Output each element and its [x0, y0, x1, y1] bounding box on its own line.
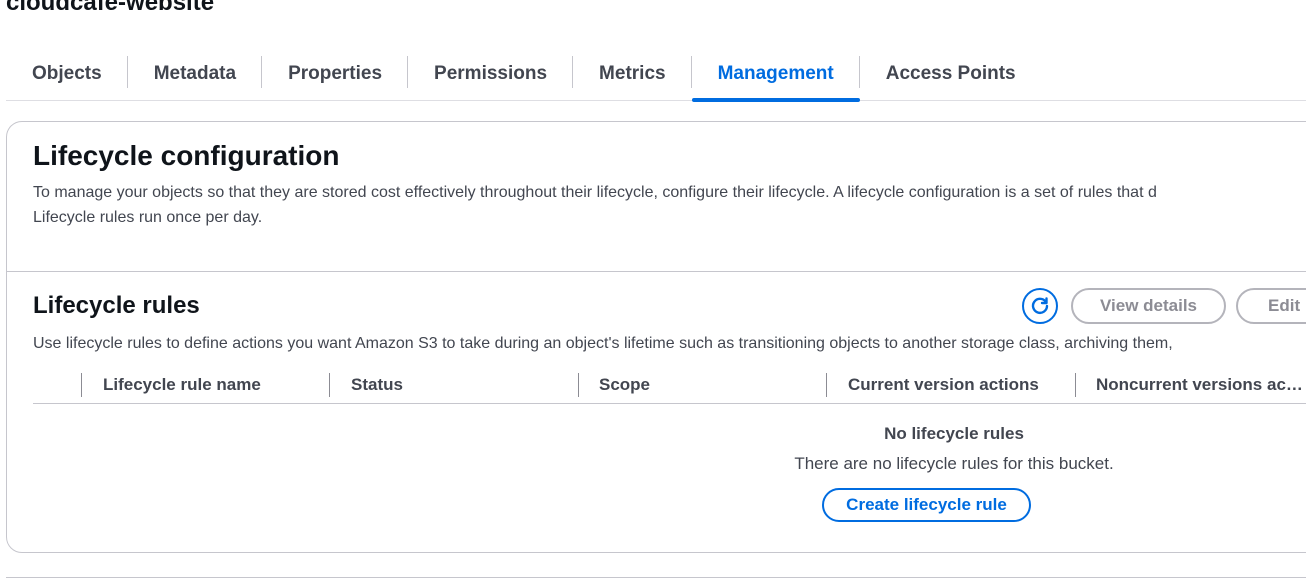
- column-header-current-version-actions[interactable]: Current version actions: [848, 367, 1039, 403]
- refresh-button[interactable]: [1022, 288, 1058, 324]
- lifecycle-configuration-title: Lifecycle configuration: [33, 140, 340, 171]
- view-details-button[interactable]: View details: [1071, 288, 1226, 324]
- create-lifecycle-rule-button[interactable]: Create lifecycle rule: [822, 488, 1031, 522]
- tab-properties-label: Properties: [288, 63, 383, 84]
- edit-button-label: Edit: [1268, 296, 1301, 315]
- column-separator: [578, 373, 579, 397]
- lifecycle-rules-description: Use lifecycle rules to define actions yo…: [33, 335, 1173, 352]
- lifecycle-rules-title: Lifecycle rules: [33, 292, 200, 319]
- lifecycle-configuration-description-line2: Lifecycle rules run once per day.: [33, 209, 263, 226]
- column-separator: [329, 373, 330, 397]
- tab-management[interactable]: Management: [691, 48, 860, 102]
- tab-access-points-label: Access Points: [885, 63, 1016, 84]
- column-separator: [826, 373, 827, 397]
- edit-button[interactable]: Edit: [1236, 288, 1306, 324]
- bucket-tabs: Objects Metadata Properties Permissions …: [6, 48, 1306, 102]
- tab-management-label: Management: [717, 63, 834, 84]
- empty-state-description: There are no lifecycle rules for this bu…: [794, 454, 1114, 473]
- tab-access-points[interactable]: Access Points: [860, 48, 1042, 100]
- empty-state-title: No lifecycle rules: [884, 424, 1024, 443]
- lifecycle-container: Lifecycle configuration To manage your o…: [6, 121, 1306, 553]
- tab-objects-label: Objects: [32, 63, 102, 84]
- s3-bucket-management-page: cloudcafe-website Objects Metadata Prope…: [0, 0, 1306, 579]
- column-separator: [81, 373, 82, 397]
- bucket-name-heading: cloudcafe-website: [6, 0, 215, 16]
- tab-metrics-label: Metrics: [599, 63, 666, 84]
- lifecycle-configuration-description-line1: To manage your objects so that they are …: [33, 184, 1157, 201]
- tab-metadata-label: Metadata: [153, 63, 237, 84]
- tab-metadata[interactable]: Metadata: [128, 48, 263, 100]
- section-divider: [7, 271, 1306, 272]
- column-separator: [1075, 373, 1076, 397]
- column-header-scope[interactable]: Scope: [599, 367, 650, 403]
- tab-objects[interactable]: Objects: [6, 48, 128, 100]
- tab-permissions-label: Permissions: [434, 63, 548, 84]
- column-header-noncurrent-versions-actions[interactable]: Noncurrent versions ac…: [1096, 367, 1306, 403]
- next-section-border: [6, 577, 1306, 578]
- lifecycle-rules-table-header: Lifecycle rule name Status Scope Current…: [33, 367, 1306, 404]
- tab-permissions[interactable]: Permissions: [408, 48, 574, 100]
- tab-properties[interactable]: Properties: [262, 48, 409, 100]
- tab-metrics[interactable]: Metrics: [573, 48, 692, 100]
- column-header-rule-name[interactable]: Lifecycle rule name: [103, 367, 261, 403]
- refresh-icon: [1031, 297, 1049, 315]
- column-header-status[interactable]: Status: [351, 367, 403, 403]
